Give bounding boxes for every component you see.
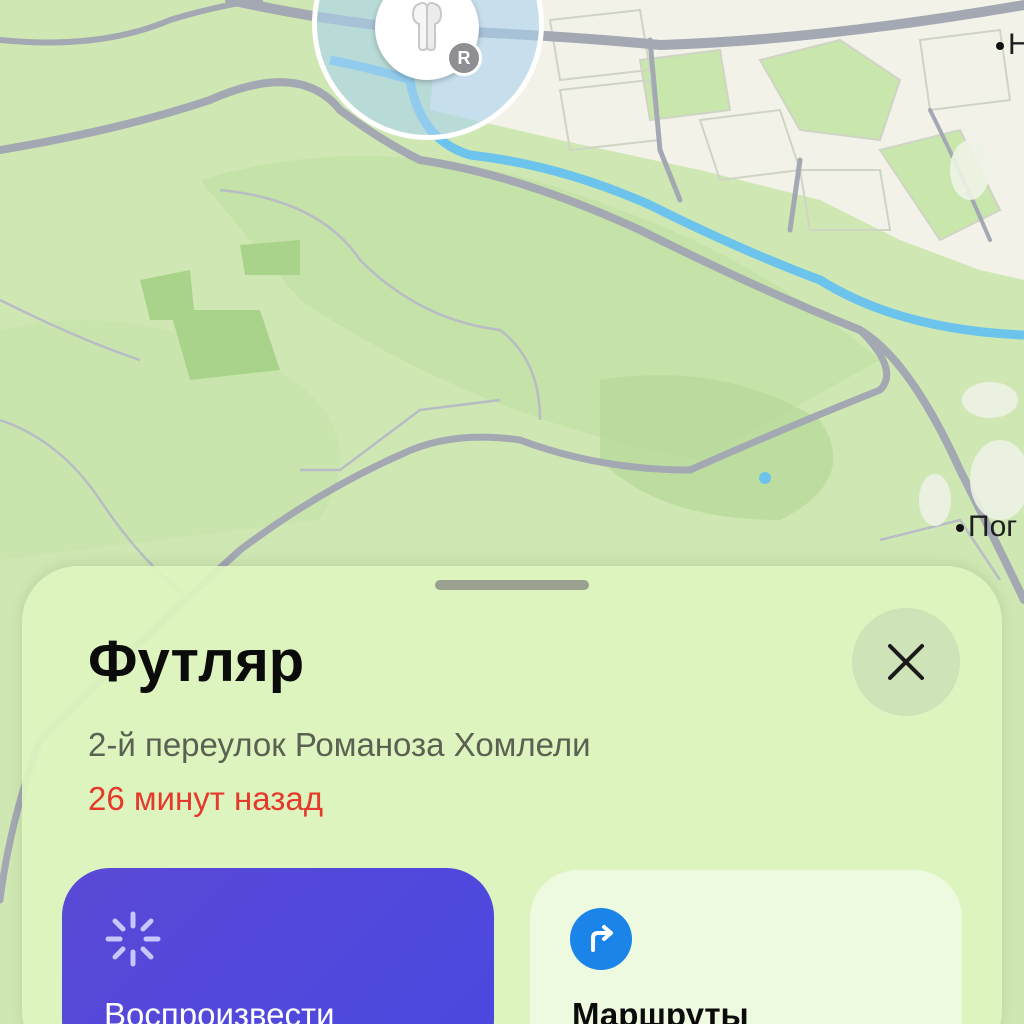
close-button[interactable] xyxy=(852,608,960,716)
item-address: 2-й переулок Романоза Хомлели xyxy=(88,726,591,763)
map-place-label[interactable]: Пог xyxy=(956,510,1017,544)
item-title: Футляр xyxy=(88,629,305,694)
place-dot-icon xyxy=(956,524,964,533)
place-label-text: Н xyxy=(1008,28,1024,61)
map-place-label[interactable]: Н xyxy=(996,28,1024,62)
play-sound-label: Воспроизвести xyxy=(104,996,335,1024)
place-dot-icon xyxy=(996,42,1004,51)
place-label-text: Пог xyxy=(968,510,1018,543)
airpods-case-icon xyxy=(411,1,443,52)
route-arrow-icon xyxy=(570,908,632,970)
sheet-grabber[interactable] xyxy=(435,580,589,590)
routes-label: Маршруты xyxy=(572,996,749,1024)
close-icon xyxy=(888,644,924,680)
spinner-icon xyxy=(105,911,161,967)
last-seen-time: 26 минут назад xyxy=(88,780,323,817)
owner-badge: R xyxy=(446,40,482,76)
